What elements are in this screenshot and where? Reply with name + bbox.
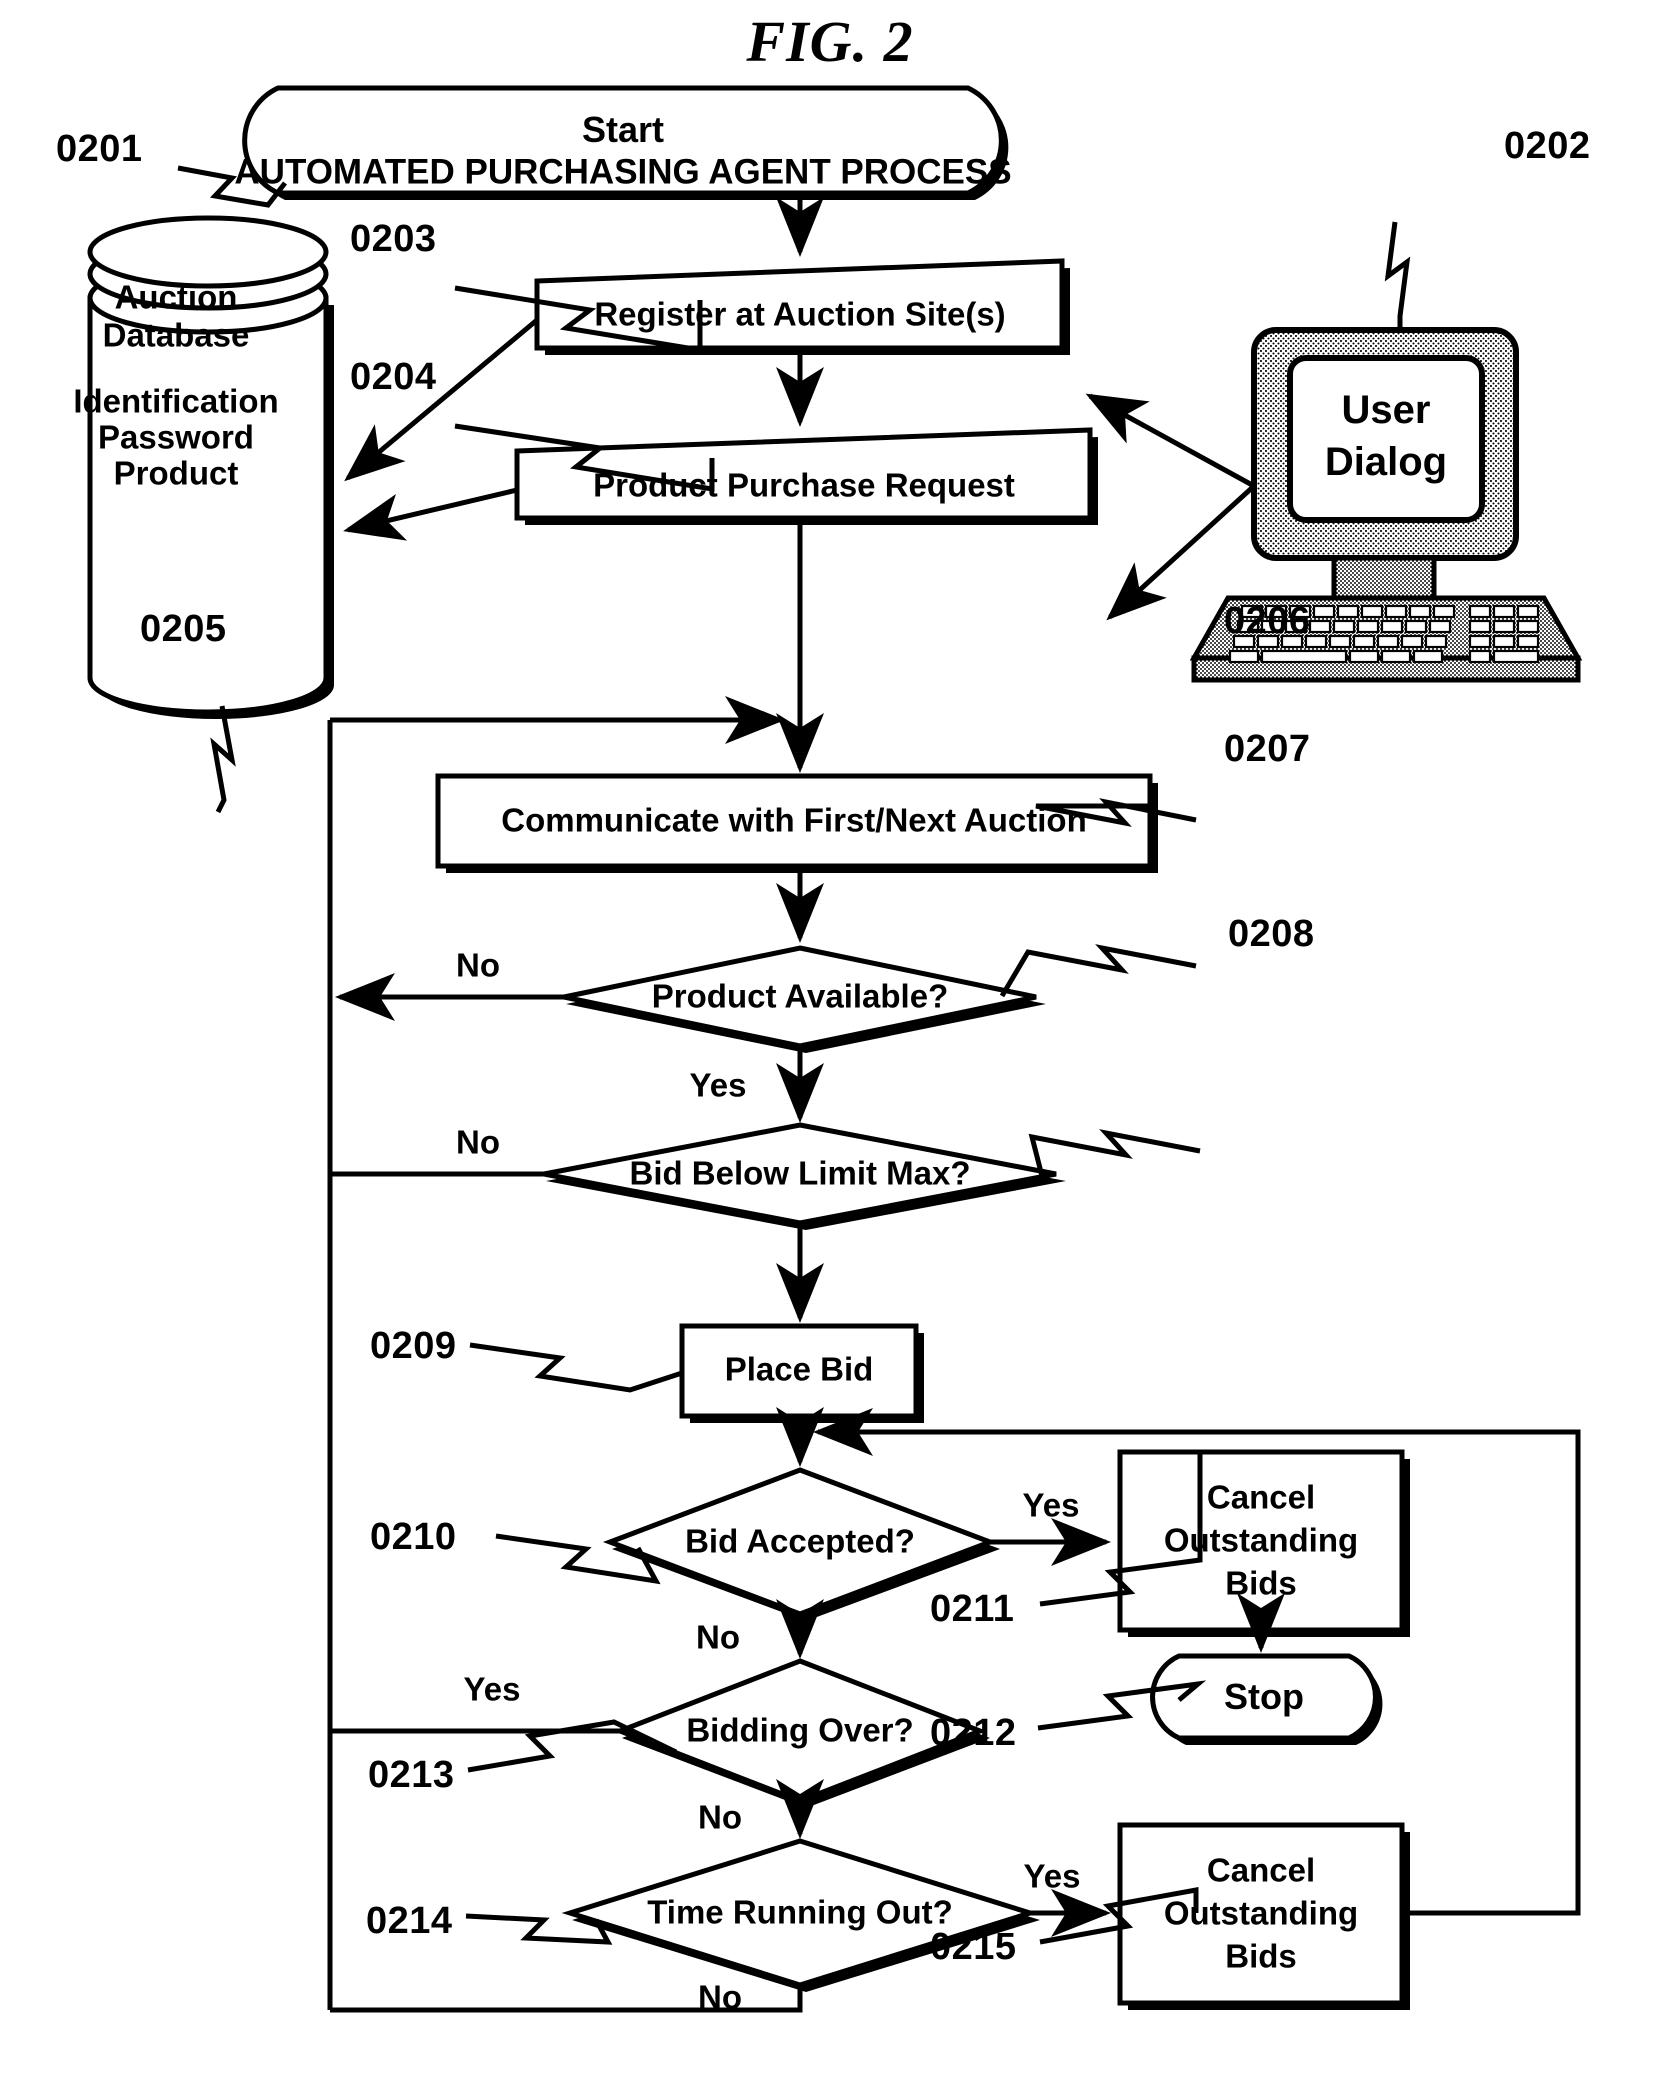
connector-user-dialog-to-register: [1085, 393, 1256, 489]
purchase-request-label: Product Purchase Request: [593, 466, 1015, 504]
database-line3: Identification: [73, 382, 279, 420]
database-line4: Password: [98, 418, 254, 456]
place-bid-label: Place Bid: [724, 1350, 874, 1388]
database-line1: Auction: [114, 278, 238, 316]
communicate-label: Communicate with First/Next Auction: [501, 801, 1087, 839]
time-running-out-no-label: No: [698, 1978, 742, 2016]
cancel-bids-bottom-line1: Cancel: [1206, 1851, 1316, 1889]
product-available-no-label: No: [456, 946, 500, 984]
database-line5: Product: [113, 454, 239, 492]
leader-0209: [469, 1342, 683, 1393]
bid-accepted-no-label: No: [696, 1618, 740, 1656]
ref-0201: 0201: [56, 128, 143, 170]
user-dialog-line1: User: [1341, 388, 1431, 432]
ref-0204: 0204: [350, 356, 437, 398]
time-running-out-label: Time Running Out?: [647, 1893, 953, 1931]
connector-register-to-database: [344, 318, 539, 482]
leader-0208: [1028, 1129, 1201, 1177]
register-label: Register at Auction Site(s): [594, 295, 1006, 333]
ref-0211: 0211: [930, 1588, 1015, 1630]
connector-purchase-to-database: [343, 487, 518, 541]
figure-canvas: FIG. 2 0201 Start AUTOMATED PURCHASING A…: [0, 0, 1660, 2087]
ref-0213: 0213: [368, 1754, 455, 1796]
product-available-label: Product Available?: [651, 977, 949, 1015]
product-available-yes-label: Yes: [689, 1066, 747, 1104]
ref-0207: 0207: [1224, 728, 1311, 770]
ref-0212: 0212: [930, 1712, 1017, 1754]
leader-0202: [1384, 221, 1411, 333]
bidding-over-no-label: No: [698, 1798, 742, 1836]
ref-0206: 0206: [1224, 600, 1311, 642]
ref-0214: 0214: [366, 1900, 453, 1942]
start-subtitle: AUTOMATED PURCHASING AGENT PROCESS: [234, 152, 1012, 192]
bidding-over-yes-label: Yes: [463, 1670, 521, 1708]
user-dialog-line2: Dialog: [1324, 440, 1448, 484]
ref-0205: 0205: [140, 608, 227, 650]
ref-0210: 0210: [370, 1516, 457, 1558]
cancel-bids-bottom-line2: Outstanding: [1163, 1894, 1359, 1932]
leader-0205: [210, 705, 236, 814]
bid-below-limit-no-label: No: [456, 1123, 500, 1161]
ref-0215: 0215: [930, 1926, 1017, 1968]
ref-0208: 0208: [1228, 913, 1315, 955]
ref-0209: 0209: [370, 1325, 457, 1367]
cancel-bids-bottom-line3: Bids: [1225, 1937, 1297, 1975]
bid-accepted-label: Bid Accepted?: [685, 1522, 915, 1560]
bidding-over-label: Bidding Over?: [686, 1711, 914, 1749]
database-line2: Database: [102, 316, 250, 354]
bid-below-limit-label: Bid Below Limit Max?: [629, 1154, 971, 1192]
ref-0202: 0202: [1504, 125, 1591, 167]
bid-accepted-yes-label: Yes: [1022, 1486, 1080, 1524]
start-title: Start: [581, 108, 665, 150]
cancel-bids-top-line1: Cancel: [1206, 1478, 1316, 1516]
time-running-out-yes-label: Yes: [1023, 1857, 1081, 1895]
stop-label: Stop: [1224, 1675, 1304, 1717]
cancel-bids-top-line3: Bids: [1225, 1564, 1297, 1602]
ref-0203: 0203: [350, 218, 437, 260]
leader-0207: [999, 944, 1197, 998]
cancel-bids-top-line2: Outstanding: [1163, 1521, 1359, 1559]
